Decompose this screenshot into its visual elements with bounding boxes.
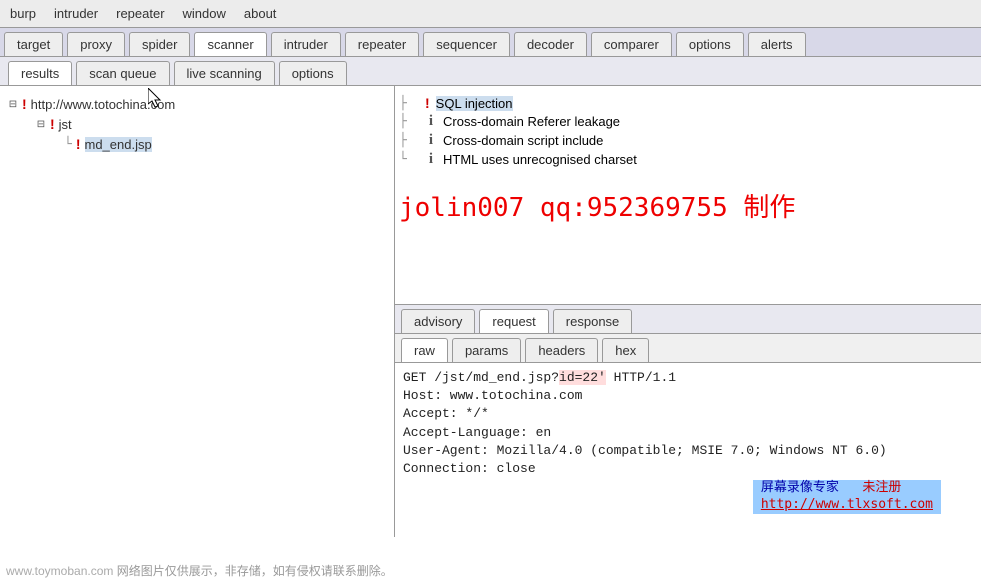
footer-text: 网络图片仅供展示，非存储，如有侵权请联系删除。	[113, 564, 392, 578]
tab-intruder[interactable]: intruder	[271, 32, 341, 56]
tree-folder-jst[interactable]: ⊟ ! jst	[36, 114, 386, 134]
menu-about[interactable]: about	[244, 6, 277, 21]
severity-info-icon: i	[425, 151, 437, 168]
issue-list: ├ ! SQL injection ├ i Cross-domain Refer…	[395, 86, 981, 177]
tab-options[interactable]: options	[676, 32, 744, 56]
tree-root[interactable]: ⊟ ! http://www.totochina.com	[8, 94, 386, 114]
tab-spider[interactable]: spider	[129, 32, 190, 56]
severity-high-icon: !	[22, 96, 27, 112]
watermark-text: jolin007 qq:952369755 制作	[395, 177, 981, 224]
tree-folder-label: jst	[59, 117, 72, 132]
raw-tab-headers[interactable]: headers	[525, 338, 598, 362]
issue-label: Cross-domain script include	[443, 133, 603, 148]
raw-tab-hex[interactable]: hex	[602, 338, 649, 362]
app-menubar: burp intruder repeater window about	[0, 0, 981, 28]
detail-tab-response[interactable]: response	[553, 309, 632, 333]
issue-label: HTML uses unrecognised charset	[443, 152, 637, 167]
tree-connector-icon: ├	[399, 96, 419, 111]
tab-scanner[interactable]: scanner	[194, 32, 266, 56]
detail-tab-advisory[interactable]: advisory	[401, 309, 475, 333]
menu-burp[interactable]: burp	[10, 6, 36, 21]
issue-row-charset[interactable]: └ i HTML uses unrecognised charset	[399, 150, 973, 169]
menu-intruder[interactable]: intruder	[54, 6, 98, 21]
raw-tab-params[interactable]: params	[452, 338, 521, 362]
detail-tab-row: advisory request response	[395, 305, 981, 334]
tree-file-md-end[interactable]: └ ! md_end.jsp	[64, 134, 386, 154]
footer-site: www.toymoban.com	[6, 564, 113, 578]
subtab-scan-queue[interactable]: scan queue	[76, 61, 169, 85]
issue-row-sql-injection[interactable]: ├ ! SQL injection	[399, 94, 973, 112]
menu-window[interactable]: window	[183, 6, 226, 21]
severity-info-icon: i	[425, 113, 437, 130]
severity-info-icon: i	[425, 132, 437, 149]
http-request-raw[interactable]: GET /jst/md_end.jsp?id=22' HTTP/1.1 Host…	[395, 363, 981, 484]
severity-high-icon: !	[50, 116, 55, 132]
tree-connector-icon: └	[399, 152, 419, 167]
subtab-results[interactable]: results	[8, 61, 72, 85]
tree-connector-icon: ├	[399, 114, 419, 129]
detail-tab-request[interactable]: request	[479, 309, 548, 333]
severity-high-icon: !	[76, 136, 81, 152]
scanner-subtab-row: results scan queue live scanning options	[0, 57, 981, 86]
tree-connector-icon: ├	[399, 133, 419, 148]
tree-file-label: md_end.jsp	[85, 137, 152, 152]
tab-target[interactable]: target	[4, 32, 63, 56]
issue-label: Cross-domain Referer leakage	[443, 114, 620, 129]
raw-tab-raw[interactable]: raw	[401, 338, 448, 362]
tree-root-label: http://www.totochina.com	[31, 97, 176, 112]
tree-connector-icon: └	[64, 137, 72, 152]
page-footer: www.toymoban.com 网络图片仅供展示，非存储，如有侵权请联系删除。	[6, 562, 393, 579]
tab-proxy[interactable]: proxy	[67, 32, 125, 56]
issue-row-script-include[interactable]: ├ i Cross-domain script include	[399, 131, 973, 150]
issue-label: SQL injection	[436, 96, 513, 111]
tab-repeater[interactable]: repeater	[345, 32, 419, 56]
tab-decoder[interactable]: decoder	[514, 32, 587, 56]
subtab-live-scanning[interactable]: live scanning	[174, 61, 275, 85]
tree-toggle-icon[interactable]: ⊟	[36, 119, 46, 129]
site-tree-panel: ⊟ ! http://www.totochina.com ⊟ ! jst └ !…	[0, 86, 395, 537]
issue-row-referer-leakage[interactable]: ├ i Cross-domain Referer leakage	[399, 112, 973, 131]
menu-repeater[interactable]: repeater	[116, 6, 164, 21]
recorder-watermark-badge: 屏幕录像专家 未注册 http://www.tlxsoft.com	[753, 480, 941, 514]
raw-tab-row: raw params headers hex	[395, 334, 981, 363]
injection-highlight: id=22'	[559, 370, 606, 385]
subtab-options[interactable]: options	[279, 61, 347, 85]
severity-high-icon: !	[425, 95, 430, 111]
tree-toggle-icon[interactable]: ⊟	[8, 99, 18, 109]
tab-sequencer[interactable]: sequencer	[423, 32, 510, 56]
tab-alerts[interactable]: alerts	[748, 32, 806, 56]
tab-comparer[interactable]: comparer	[591, 32, 672, 56]
main-tab-row: target proxy spider scanner intruder rep…	[0, 28, 981, 57]
